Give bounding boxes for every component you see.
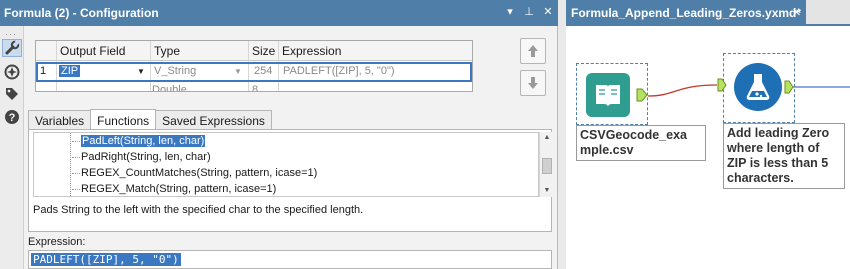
move-down-button[interactable] [520,70,546,96]
chevron-down-icon[interactable]: ▼ [137,67,145,76]
annotation-line: ZIP is less than 5 [727,156,829,170]
output-field-value: ZIP [59,65,81,77]
function-list-scrollbar[interactable]: ▲ ▼ [539,132,553,197]
input-node-label-line: mple.csv [580,143,634,157]
type-select[interactable]: V_String [154,65,196,77]
row-number: 1 [40,65,47,77]
configuration-titlebar: Formula (2) - Configuration ▾ ⊥ ✕ [0,0,558,26]
tab-variables[interactable]: Variables [28,110,92,130]
expression-text[interactable]: PADLEFT([ZIP], 5, "0") [31,253,181,266]
output-field-select[interactable]: ZIP [59,65,81,77]
function-label: REGEX_CountMatches(String, pattern, icas… [81,167,318,179]
tree-guide-line [70,133,71,196]
tag-tool-button[interactable] [2,85,22,103]
expression-tabs: Variables Functions Saved Expressions [28,109,272,130]
configuration-pane: Formula (2) - Configuration ▾ ⊥ ✕ ··· ? … [0,0,558,269]
tag-icon [6,88,18,100]
close-pane-button[interactable]: ✕ [542,5,554,19]
list-item[interactable]: PadRight(String, len, char) [72,151,211,167]
canvas-tabbar: Formula_Append_Leading_Zeros.yxmd* ✕ [566,0,850,26]
annotation-line: characters. [727,171,794,185]
input-node-label: CSVGeocode_exa mple.csv [576,125,706,161]
size-value[interactable]: 8 [252,84,258,91]
configuration-title: Formula (2) - Configuration [4,6,159,20]
help-icon: ? [5,110,19,124]
configuration-tool-button[interactable] [2,39,22,57]
side-toolbar: ··· ? [0,26,24,269]
pin-button[interactable]: ⊥ [523,5,535,19]
arrow-up-icon [528,45,538,57]
annotation-line: where length of [727,141,820,155]
chevron-down-icon[interactable]: ▼ [234,67,242,76]
app-root: Formula (2) - Configuration ▾ ⊥ ✕ ··· ? … [0,0,850,269]
wrench-icon [5,40,20,55]
function-label: REGEX_Match(String, pattern, icase=1) [81,183,277,195]
formula-node-annotation: Add leading Zero where length of ZIP is … [723,123,845,189]
output-anchor-icon[interactable] [636,88,648,102]
titlebar-buttons: ▾ ⊥ ✕ [504,5,554,19]
arrow-down-icon [528,77,538,89]
function-list: PadLeft(String, len, char) PadRight(Stri… [33,132,539,197]
expression-editor[interactable]: PADLEFT([ZIP], 5, "0") [28,250,552,269]
dropdown-menu-button[interactable]: ▾ [504,5,516,19]
expression-cell[interactable]: PADLEFT([ZIP], 5, "0") [283,65,395,77]
table-row[interactable]: Double 8 [36,83,472,91]
book-icon [596,85,620,107]
tab-functions[interactable]: Functions [90,109,157,130]
table-row[interactable]: 1 ZIP ▼ V_String ▼ 254 PADLEFT([ZIP], 5,… [36,62,472,82]
list-item[interactable]: REGEX_CountMatches(String, pattern, icas… [72,167,317,183]
annotation-line: Add leading Zero [727,126,830,140]
input-anchor-icon[interactable] [717,78,727,92]
function-label: PadLeft(String, len, char) [79,134,207,148]
flask-icon [746,74,770,100]
formula-fields-grid: Output Field Type Size Expression 1 ZIP … [35,40,473,92]
functions-panel: PadLeft(String, len, char) PadRight(Stri… [28,129,553,232]
connection-line [647,84,718,97]
formula-tool[interactable] [734,63,782,111]
function-description: Pads String to the left with the specifi… [33,204,364,216]
move-up-button[interactable] [520,38,546,64]
help-tool-button[interactable]: ? [2,108,22,126]
function-label: PadRight(String, len, char) [81,151,211,163]
list-item[interactable]: REGEX_Match(String, pattern, icase=1) [72,183,277,196]
type-select[interactable]: Double [152,84,187,91]
input-data-tool[interactable] [586,73,630,117]
workflow-canvas[interactable]: CSVGeocode_exa mple.csv Add leading Zero… [566,28,850,269]
tab-workflow[interactable]: Formula_Append_Leading_Zeros.yxmd* ✕ [566,0,806,26]
scroll-down-icon[interactable]: ▼ [540,185,554,197]
close-icon[interactable]: ✕ [792,6,801,19]
tab-saved-expressions[interactable]: Saved Expressions [155,110,272,130]
size-value[interactable]: 254 [254,65,272,77]
workflow-canvas-pane: Formula_Append_Leading_Zeros.yxmd* ✕ CSV… [566,0,850,269]
scroll-thumb[interactable] [542,158,552,174]
annotation-tool-button[interactable] [2,63,22,81]
column-header-expression[interactable]: Expression [282,44,341,58]
toolbar-grip: ··· [5,29,17,39]
scroll-up-icon[interactable]: ▲ [540,132,554,144]
input-node-label-line: CSVGeocode_exa [580,128,687,142]
column-header-output-field[interactable]: Output Field [60,44,125,58]
column-header-size[interactable]: Size [252,44,275,58]
compass-icon [4,64,20,80]
svg-text:?: ? [9,112,16,124]
grid-header: Output Field Type Size Expression [36,41,472,61]
output-anchor-icon[interactable] [784,80,794,94]
column-header-type[interactable]: Type [154,44,180,58]
expression-label: Expression: [28,236,86,248]
list-item[interactable]: PadLeft(String, len, char) [72,134,207,151]
workflow-tab-label: Formula_Append_Leading_Zeros.yxmd* [571,6,802,20]
